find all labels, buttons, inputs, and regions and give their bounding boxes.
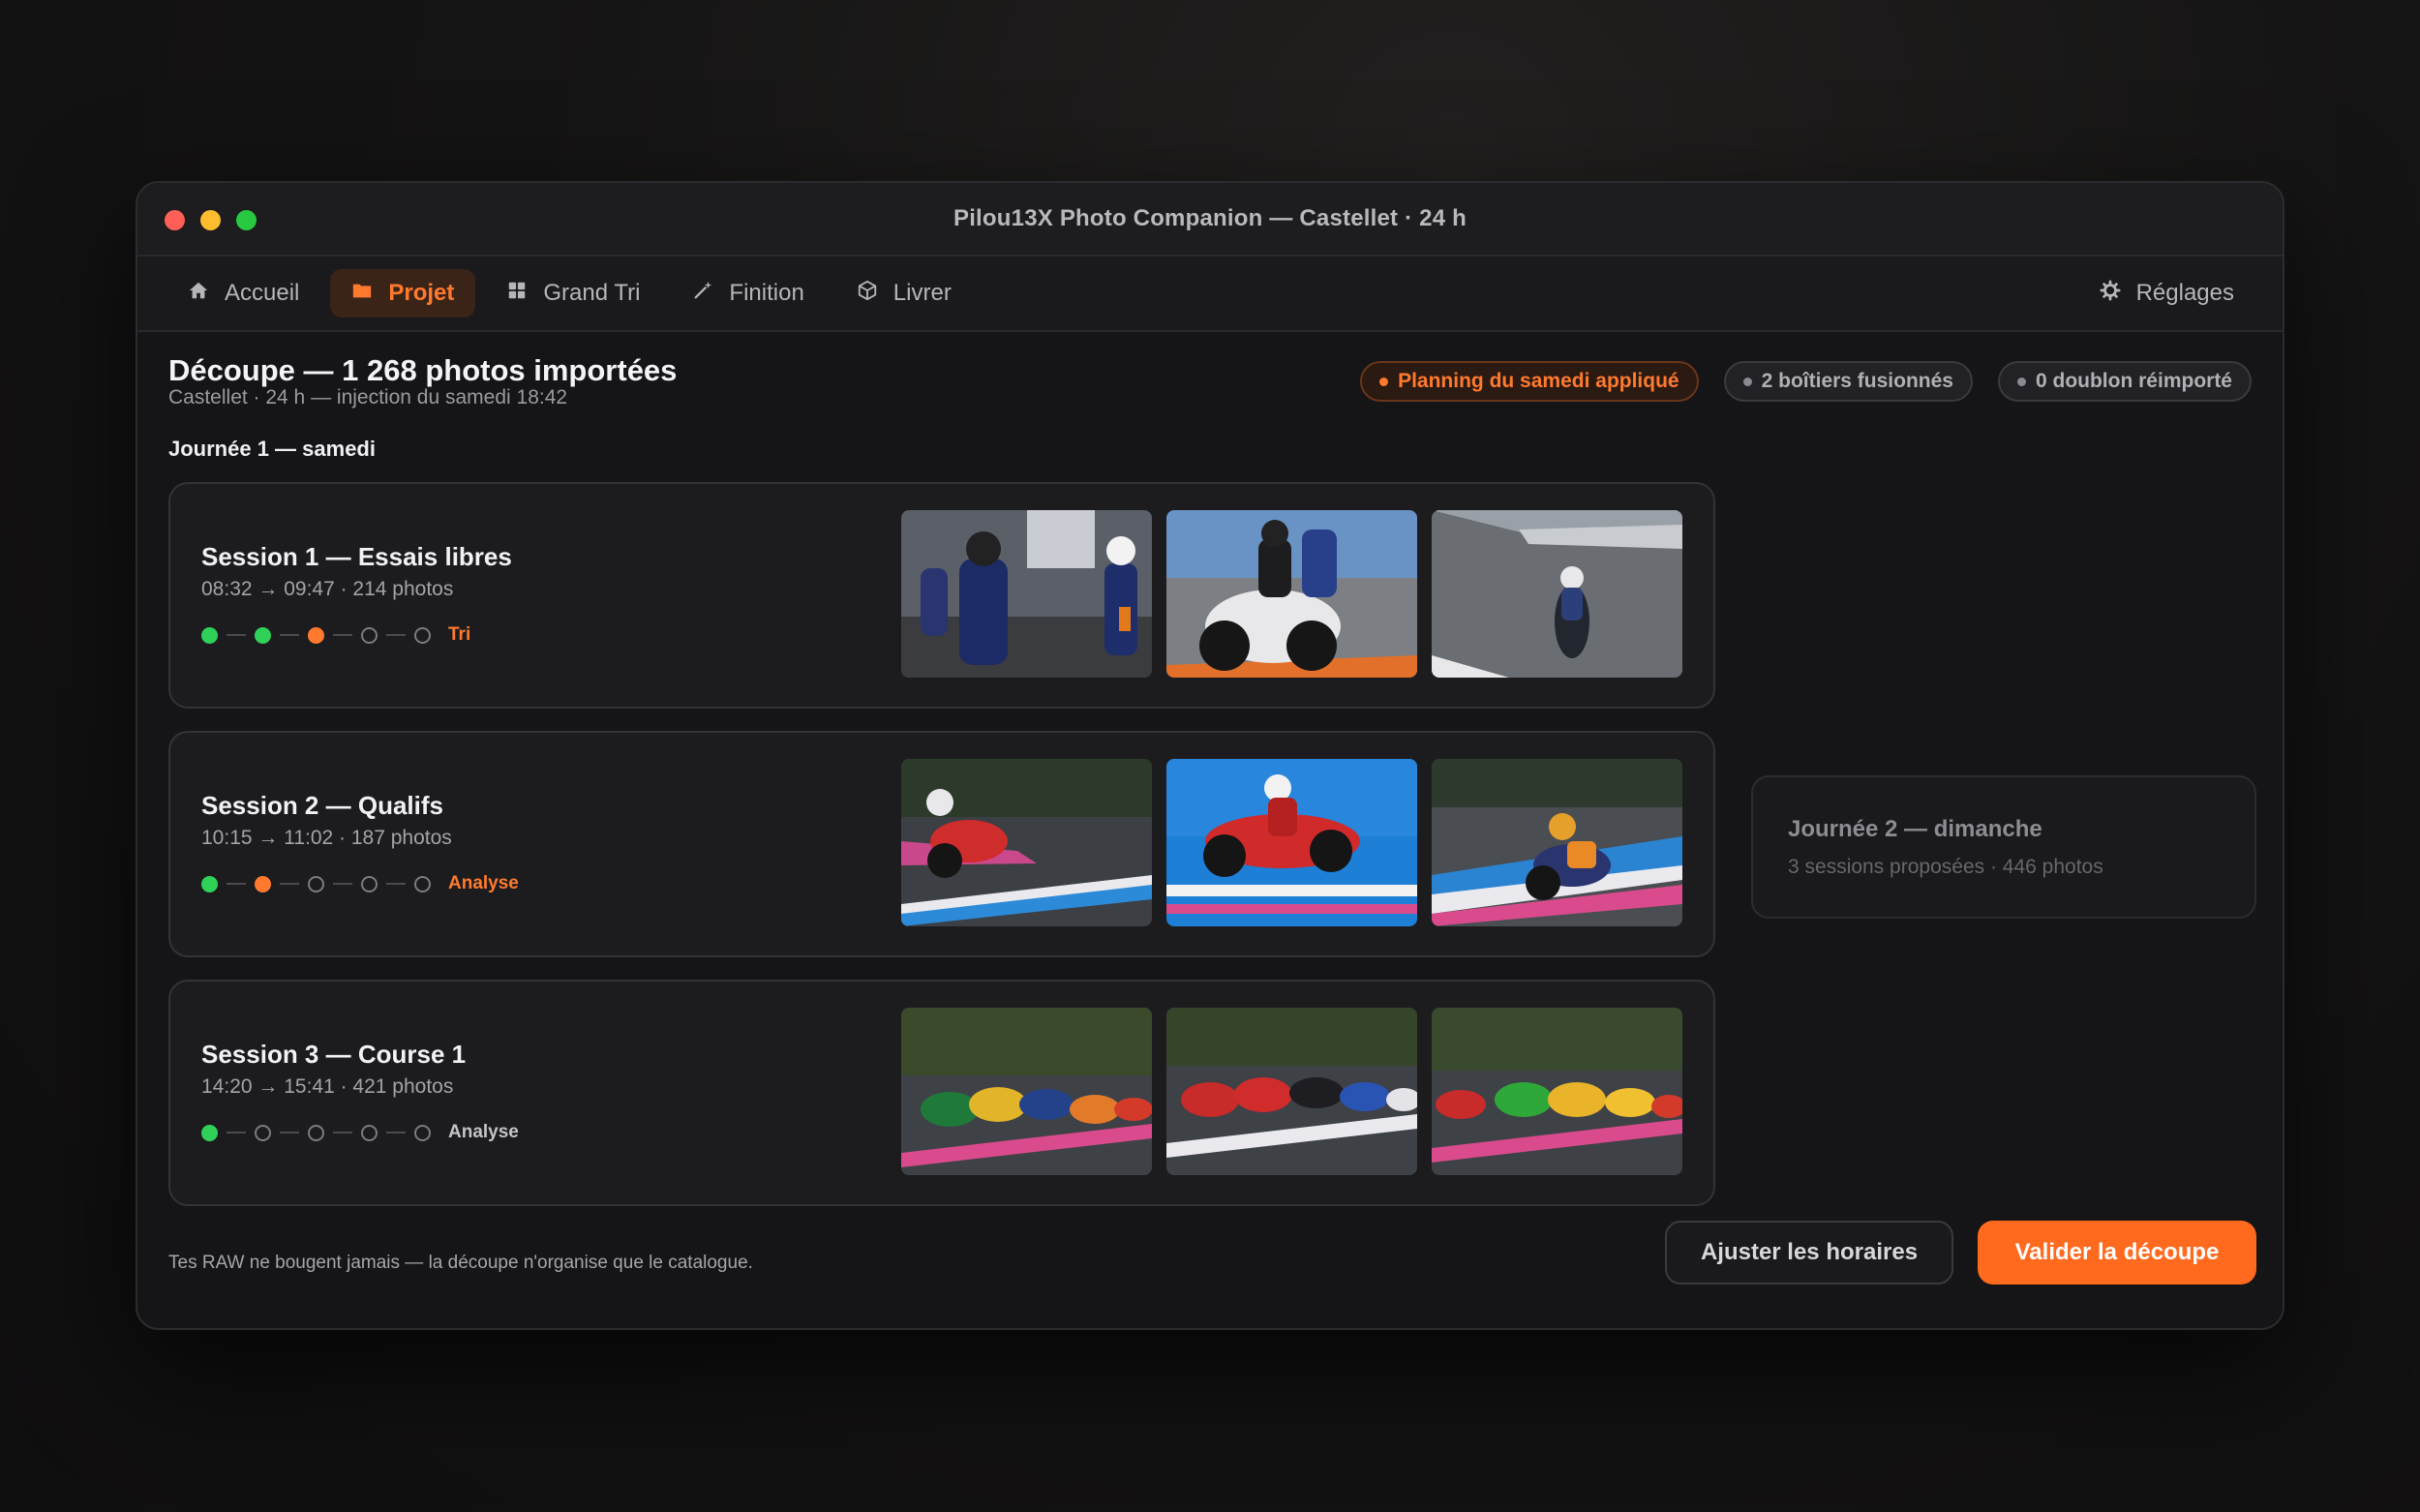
photo-thumbnail[interactable] (901, 1008, 1152, 1175)
stage-label: Tri (448, 624, 471, 645)
adjust-times-button[interactable]: Ajuster les horaires (1665, 1221, 1953, 1285)
photo-thumbnail[interactable] (1432, 510, 1682, 678)
footer-note: Tes RAW ne bougent jamais — la découpe n… (168, 1253, 753, 1273)
session-progress: Analyse (201, 873, 519, 894)
stage-dot (201, 626, 218, 644)
page-subtitle: Castellet · 24 h — injection du samedi 1… (168, 386, 568, 408)
window-title: Pilou13X Photo Companion — Castellet · 2… (953, 205, 1467, 231)
session-meta: 08:32 → 09:47 · 214 photos (201, 578, 454, 600)
zoom-window-button[interactable] (236, 210, 257, 230)
stage-dot (308, 626, 324, 644)
badge-dot-icon (2016, 377, 2026, 386)
window-controls (165, 210, 257, 230)
session-thumbnails (901, 759, 1682, 926)
status-badge: Planning du samedi appliqué (1360, 361, 1699, 402)
nav-item-finition[interactable]: Finition (671, 269, 825, 318)
nav-item-grand-tri[interactable]: Grand Tri (485, 269, 661, 318)
day-2-meta: 3 sessions proposées · 446 photos (1788, 856, 2103, 878)
nav-item-projet[interactable]: Projet (330, 269, 476, 318)
session-title: Session 3 — Course 1 (201, 1040, 467, 1069)
stage-dot (361, 875, 378, 892)
session-meta: 14:20 → 15:41 · 421 photos (201, 1075, 454, 1098)
session-progress: Analyse (201, 1122, 519, 1143)
stage-label: Analyse (448, 1122, 519, 1142)
day-2-title: Journée 2 — dimanche (1788, 816, 2042, 842)
stage-dot (361, 1124, 378, 1141)
nav-item-label: Grand Tri (543, 280, 641, 306)
day-1-heading: Journée 1 — samedi (168, 437, 376, 461)
photo-thumbnail[interactable] (1166, 510, 1417, 678)
photo-thumbnail[interactable] (1432, 759, 1682, 926)
close-window-button[interactable] (165, 210, 185, 230)
status-badges: Planning du samedi appliqué 2 boîtiers f… (1360, 361, 2252, 402)
photo-thumbnail[interactable] (901, 510, 1152, 678)
badge-label: 0 doublon réimporté (2035, 370, 2232, 392)
stage-dot (308, 875, 324, 892)
session-title: Session 2 — Qualifs (201, 791, 443, 820)
session-progress: Tri (201, 624, 470, 646)
nav-item-label: Finition (729, 280, 804, 306)
stage-dot (414, 875, 431, 892)
stage-dot (414, 1124, 431, 1141)
stage-dot (201, 1124, 218, 1141)
stage-label: Analyse (448, 873, 519, 893)
nav-item-label: Livrer (892, 280, 952, 306)
session-card-2[interactable]: Session 2 — Qualifs 10:15 → 11:02 · 187 … (168, 731, 1715, 957)
page-title: Découpe — 1 268 photos importées (168, 353, 678, 387)
stage-dot (414, 626, 431, 644)
badge-label: 2 boîtiers fusionnés (1761, 370, 1953, 392)
main-nav: Accueil Projet Grand Tri Finition Livrer (137, 257, 2283, 332)
session-card-3[interactable]: Session 3 — Course 1 14:20 → 15:41 · 421… (168, 980, 1715, 1206)
session-meta: 10:15 → 11:02 · 187 photos (201, 827, 452, 849)
session-thumbnails (901, 510, 1682, 678)
folder-icon (351, 280, 373, 308)
magic-wand-icon (692, 280, 713, 308)
photo-thumbnail[interactable] (1166, 1008, 1417, 1175)
settings-label: Réglages (2135, 280, 2234, 306)
status-badge: 2 boîtiers fusionnés (1723, 361, 1973, 402)
nav-item-accueil[interactable]: Accueil (166, 269, 320, 318)
session-thumbnails (901, 1008, 1682, 1175)
stage-dot (255, 875, 271, 892)
package-icon (857, 280, 878, 308)
session-title: Session 1 — Essais libres (201, 542, 512, 571)
app-window: Pilou13X Photo Companion — Castellet · 2… (136, 181, 2284, 1330)
photo-thumbnail[interactable] (1166, 759, 1417, 926)
badge-dot-icon (1379, 377, 1389, 386)
nav-item-label: Projet (388, 280, 455, 306)
stage-dot (201, 875, 218, 892)
stage-dot (308, 1124, 324, 1141)
home-icon (188, 280, 209, 308)
stage-dot (255, 1124, 271, 1141)
validate-split-button[interactable]: Valider la découpe (1978, 1221, 2256, 1285)
nav-item-livrer[interactable]: Livrer (835, 269, 973, 318)
gear-icon (2100, 279, 2121, 308)
minimize-window-button[interactable] (200, 210, 221, 230)
stage-dot (361, 626, 378, 644)
main-content: Découpe — 1 268 photos importées Castell… (137, 332, 2283, 1328)
status-badge: 0 doublon réimporté (1997, 361, 2252, 402)
photo-thumbnail[interactable] (901, 759, 1152, 926)
photo-thumbnail[interactable] (1432, 1008, 1682, 1175)
session-card-1[interactable]: Session 1 — Essais libres 08:32 → 09:47 … (168, 482, 1715, 709)
day-2-card[interactable]: Journée 2 — dimanche 3 sessions proposée… (1751, 775, 2256, 919)
nav-item-label: Accueil (225, 280, 300, 306)
badge-label: Planning du samedi appliqué (1398, 370, 1679, 392)
stage-dot (255, 626, 271, 644)
settings-button[interactable]: Réglages (2078, 269, 2255, 318)
title-bar: Pilou13X Photo Companion — Castellet · 2… (137, 183, 2283, 257)
grid-icon (506, 280, 528, 308)
badge-dot-icon (1742, 377, 1752, 386)
